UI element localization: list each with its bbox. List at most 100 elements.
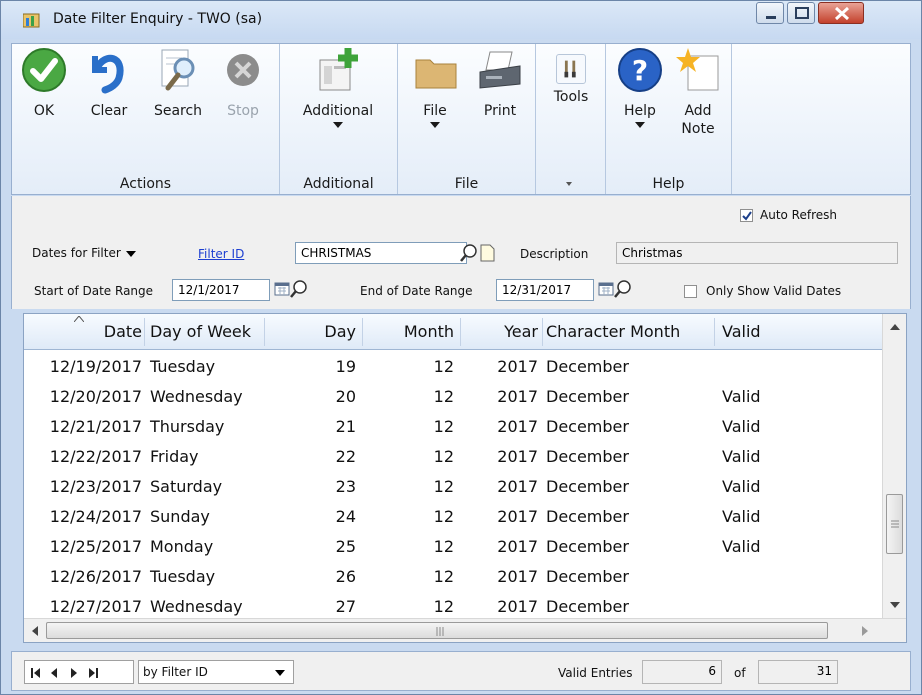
calendar-icon[interactable] [274,282,290,296]
column-date[interactable]: Date [24,322,142,341]
next-record-icon[interactable] [71,668,77,678]
cell-date: 12/24/2017 [49,507,142,526]
minimize-icon [766,16,776,19]
horizontal-scroll-thumb[interactable] [46,622,828,639]
cell-date: 12/23/2017 [49,477,142,496]
note-icon [676,48,719,91]
search-button[interactable]: Search [148,46,208,120]
help-button[interactable]: ? Help [616,46,664,128]
scroll-left-icon[interactable] [32,626,38,636]
tools-button[interactable]: Tools [544,46,598,106]
end-date-lookup-icon[interactable] [613,279,633,299]
cell-day-of-week: Sunday [150,507,210,526]
cell-day-of-week: Friday [150,447,199,466]
scroll-down-icon[interactable] [890,602,900,608]
scroll-right-icon[interactable] [862,626,868,636]
auto-refresh-checkbox[interactable] [740,209,753,222]
cell-day-of-week: Thursday [150,417,225,436]
close-button[interactable] [818,2,864,24]
cell-year: 2017 [497,357,538,376]
status-bar: by Filter ID Valid Entries 6 of 31 [11,651,911,691]
cell-month: 12 [433,417,454,436]
clear-button[interactable]: Clear [84,46,134,120]
ribbon-group-tools: Tools [536,44,606,194]
maximize-button[interactable] [787,2,815,24]
minimize-button[interactable] [756,2,784,24]
table-row[interactable]: 12/19/2017 Tuesday 19 12 2017 December [24,351,882,381]
first-record-icon[interactable] [31,668,40,678]
start-date-field[interactable]: 12/1/2017 [172,279,270,301]
dates-grid[interactable]: Date Day of Week Day Month Year Characte… [23,313,907,643]
stop-button[interactable]: Stop [218,46,268,120]
column-day-of-week[interactable]: Day of Week [150,322,251,341]
print-button[interactable]: Print [474,46,526,120]
only-valid-dates-checkbox[interactable] [684,285,697,298]
additional-button[interactable]: Additional [290,46,386,128]
sort-by-dropdown[interactable]: by Filter ID [138,660,294,684]
table-row[interactable]: 12/24/2017 Sunday 24 12 2017 December Valid [24,501,882,531]
folder-icon [415,59,457,89]
ribbon-group-additional: Additional Additional [280,44,398,194]
last-record-icon[interactable] [89,668,98,678]
table-row[interactable]: 12/20/2017 Wednesday 20 12 2017 December Valid [24,381,882,411]
note-page-icon[interactable] [479,243,495,263]
filter-id-link[interactable]: Filter ID [198,247,244,261]
cell-date: 12/19/2017 [49,357,142,376]
cell-day: 22 [335,447,356,466]
cell-date: 12/27/2017 [49,597,142,616]
cell-character-month: December [546,567,629,586]
start-date-label: Start of Date Range [34,284,154,298]
nav-arrows [31,668,98,678]
file-button[interactable]: File [412,46,458,128]
title-bar: Date Filter Enquiry - TWO (sa) [1,1,921,39]
column-character-month[interactable]: Character Month [546,322,680,341]
cell-year: 2017 [497,387,538,406]
table-row[interactable]: 12/26/2017 Tuesday 26 12 2017 December [24,561,882,591]
lookup-icon[interactable] [459,243,479,263]
cell-day: 21 [335,417,356,436]
end-calendar-icon[interactable] [598,282,614,296]
table-row[interactable]: 12/23/2017 Saturday 23 12 2017 December Valid [24,471,882,501]
end-date-field[interactable]: 12/31/2017 [496,279,594,301]
horizontal-scrollbar[interactable] [24,618,906,642]
previous-record-icon[interactable] [51,668,57,678]
add-note-button[interactable]: Add Note [672,46,724,138]
ok-check-icon [22,48,66,92]
table-row[interactable]: 12/27/2017 Wednesday 27 12 2017 December [24,591,882,621]
column-year[interactable]: Year [460,322,538,341]
cell-character-month: December [546,537,629,556]
vertical-scrollbar[interactable] [882,314,906,618]
ribbon-group-label-help: Help [652,176,685,192]
h-grip-icon [436,627,444,636]
cell-day-of-week: Monday [150,537,214,556]
cell-character-month: December [546,417,629,436]
table-row[interactable]: 12/22/2017 Friday 22 12 2017 December Valid [24,441,882,471]
tools-group-expand-icon[interactable] [566,182,572,186]
dates-for-filter-dropdown[interactable]: Dates for Filter [30,242,148,264]
cell-year: 2017 [497,567,538,586]
filter-form: Auto Refresh Dates for Filter Filter ID … [11,196,911,309]
cell-day: 27 [335,597,356,616]
column-month[interactable]: Month [362,322,454,341]
column-valid[interactable]: Valid [722,322,761,341]
table-row[interactable]: 12/21/2017 Thursday 21 12 2017 December Valid [24,411,882,441]
help-icon: ? [618,48,662,92]
start-date-lookup-icon[interactable] [289,279,309,299]
cell-year: 2017 [497,597,538,616]
column-day[interactable]: Day [264,322,356,341]
vertical-scroll-thumb[interactable] [886,494,903,554]
cell-date: 12/21/2017 [49,417,142,436]
tools-icon [556,54,586,84]
filter-id-field[interactable]: CHRISTMAS [295,242,467,264]
table-row[interactable]: 12/25/2017 Monday 25 12 2017 December Valid [24,531,882,561]
cell-day: 24 [335,507,356,526]
cell-day-of-week: Tuesday [150,357,216,376]
date-filter-enquiry-window: Date Filter Enquiry - TWO (sa) OK Clear … [0,0,922,695]
ok-button[interactable]: OK [20,46,68,120]
additional-dropdown-arrow [333,122,343,128]
auto-refresh-label: Auto Refresh [760,208,837,222]
scroll-up-icon[interactable] [890,324,900,330]
cell-month: 12 [433,507,454,526]
ribbon-group-help: ? Help Add Note Help [606,44,732,194]
grid-header: Date Day of Week Day Month Year Characte… [24,314,882,350]
